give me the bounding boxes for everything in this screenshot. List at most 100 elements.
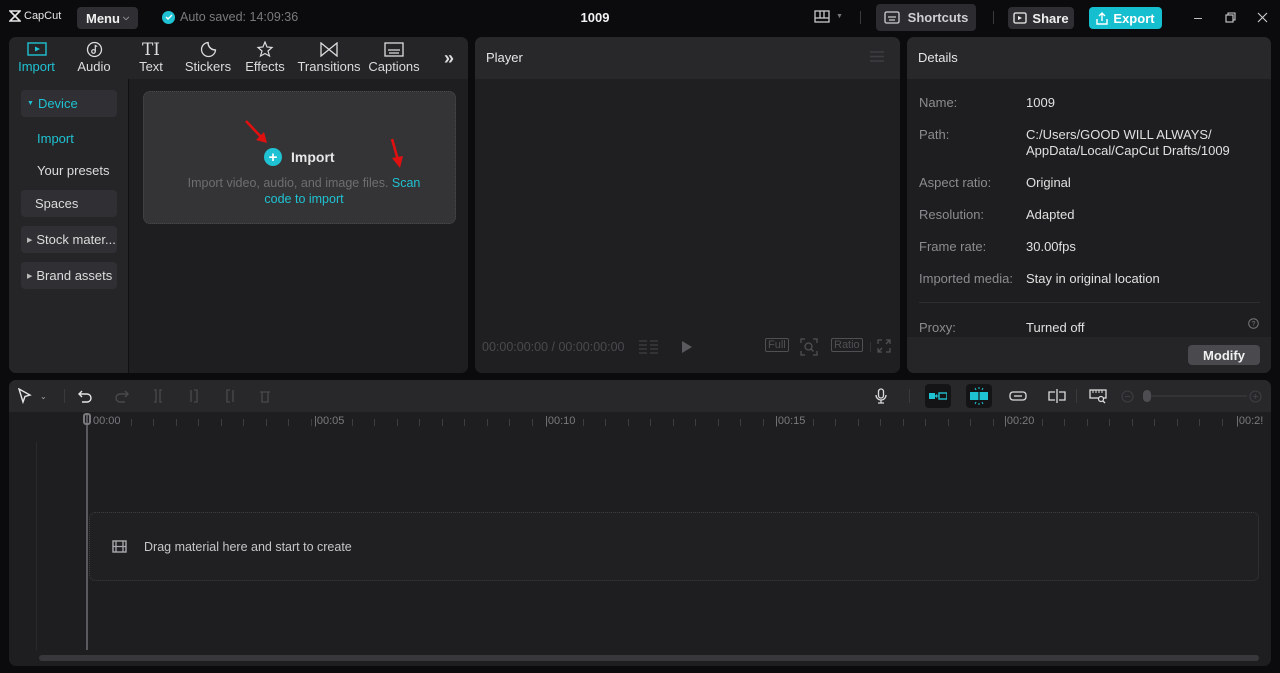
full-button[interactable]: Full (765, 338, 789, 352)
timeline-zoom-slider[interactable] (1143, 387, 1249, 405)
ruler-tick (374, 419, 375, 426)
ruler-tick (857, 419, 859, 426)
fullscreen-icon[interactable] (877, 339, 891, 353)
horizontal-scrollbar[interactable] (39, 655, 1259, 661)
main-track-magnet-toggle[interactable] (925, 384, 951, 408)
zoom-to-fit-button[interactable] (1089, 387, 1107, 405)
zoom-in-button[interactable] (1249, 387, 1262, 405)
ruler-tick (351, 419, 353, 426)
ruler-tick (531, 419, 533, 426)
export-label: Export (1113, 10, 1155, 26)
track-header-divider (36, 442, 37, 650)
details-header: Details (907, 37, 1271, 79)
tab-text[interactable]: TI Text (137, 40, 165, 75)
split-right-button[interactable] (224, 387, 236, 405)
minimize-icon: – (1194, 9, 1202, 25)
ruler-tick (695, 419, 696, 426)
minimize-button[interactable]: – (1190, 9, 1206, 25)
layout-button[interactable]: ▼ (814, 10, 843, 23)
tab-label: Audio (77, 59, 111, 74)
share-icon (1013, 11, 1028, 24)
import-dropzone[interactable]: + Import Import video, audio, and image … (143, 91, 456, 224)
close-button[interactable] (1254, 9, 1270, 25)
timeline-ruler[interactable]: 00:00 |00:05 |00:10 |00:15 |00:20 |00:2! (9, 412, 1271, 434)
sidebar-item-label: Spaces (35, 196, 79, 211)
divider (870, 342, 871, 352)
tab-audio[interactable]: Audio (75, 40, 113, 74)
auto-snap-toggle[interactable] (966, 384, 992, 408)
select-tool-button[interactable]: ⌄ (18, 387, 47, 405)
split-icon (154, 389, 162, 403)
effects-icon (256, 40, 274, 59)
sidebar-item-your-presets[interactable]: Your presets (37, 163, 110, 178)
undo-button[interactable] (78, 387, 92, 405)
tab-import[interactable]: Import (15, 40, 58, 74)
upload-icon (1096, 11, 1109, 25)
autosave-text: Auto saved: 14:09:36 (180, 10, 299, 24)
split-left-button[interactable] (188, 387, 200, 405)
modify-button[interactable]: Modify (1188, 345, 1260, 365)
restore-button[interactable] (1222, 9, 1238, 25)
ruler-label: |00:15 (775, 415, 806, 427)
caret-down-icon: ▼ (27, 100, 34, 107)
scan-link-cont[interactable]: code to import (264, 192, 343, 206)
stickers-icon (200, 40, 217, 59)
main-track-dropzone[interactable]: Drag material here and start to create (89, 512, 1259, 581)
redo-button[interactable] (115, 387, 129, 405)
ratio-button[interactable]: Ratio (831, 338, 863, 352)
ratio-label: Ratio (831, 338, 863, 352)
hamburger-menu-icon[interactable] (870, 51, 884, 62)
media-sidebar: ▼ Device Import Your presets Spaces ▶ St… (9, 79, 129, 373)
playhead[interactable] (86, 414, 88, 650)
record-audio-button[interactable] (875, 387, 887, 405)
help-icon[interactable]: ? (1248, 318, 1259, 329)
scan-link[interactable]: Scan (392, 176, 421, 190)
detail-label: Aspect ratio: (919, 175, 992, 190)
split-button[interactable] (152, 387, 164, 405)
sidebar-item-label: Stock mater... (36, 232, 116, 247)
sidebar-item-brand-assets[interactable]: ▶ Brand assets (21, 262, 117, 289)
import-button[interactable]: + Import (264, 148, 335, 166)
preview-axis-button[interactable] (1048, 387, 1066, 405)
link-button[interactable] (1009, 387, 1027, 405)
sidebar-item-device[interactable]: ▼ Device (21, 90, 117, 117)
tab-transitions[interactable]: Transitions (297, 40, 361, 74)
import-description: Import video, audio, and image files. Sc… (164, 175, 444, 207)
full-label: Full (765, 338, 789, 352)
divider (860, 11, 861, 24)
detail-label: Frame rate: (919, 239, 987, 254)
zoom-in-icon (1249, 389, 1262, 403)
menu-button[interactable]: Menu ⌵ (77, 7, 138, 29)
shortcuts-button[interactable]: Shortcuts (876, 4, 976, 31)
tab-captions[interactable]: Captions (368, 40, 420, 74)
player-panel: Player 00:00:00:00 / 00:00:00:00 Full Ra… (475, 37, 900, 373)
sidebar-item-spaces[interactable]: Spaces (21, 190, 117, 217)
timeline-grid-icon[interactable] (639, 340, 659, 354)
detail-value: 1009 (1026, 95, 1055, 110)
share-button[interactable]: Share (1008, 7, 1074, 29)
ruler-tick (650, 419, 651, 426)
more-tabs-button[interactable]: » (444, 48, 454, 69)
ruler-tick (396, 419, 398, 426)
project-title: 1009 (580, 10, 610, 25)
sidebar-item-stock-material[interactable]: ▶ Stock mater... (21, 226, 117, 253)
delete-button[interactable] (259, 387, 271, 405)
tab-effects[interactable]: Effects (245, 40, 285, 74)
zoom-view-icon[interactable] (800, 338, 818, 356)
playhead-handle[interactable] (83, 413, 91, 425)
ruler-tick (812, 419, 814, 426)
ruler-tick (605, 419, 606, 426)
play-icon[interactable] (681, 340, 693, 354)
trash-icon (260, 391, 270, 403)
details-body (907, 79, 1271, 373)
zoom-out-button[interactable] (1121, 387, 1134, 405)
app-logo: CapCut (9, 10, 61, 22)
export-button[interactable]: Export (1089, 7, 1162, 29)
slider-handle[interactable] (1143, 390, 1151, 402)
ruler-label: |00:2! (1236, 415, 1264, 427)
cursor-icon (18, 388, 32, 404)
sidebar-item-import[interactable]: Import (37, 131, 74, 146)
tab-label: Import (18, 59, 55, 74)
tab-stickers[interactable]: Stickers (185, 40, 231, 74)
layout-icon (814, 10, 830, 23)
